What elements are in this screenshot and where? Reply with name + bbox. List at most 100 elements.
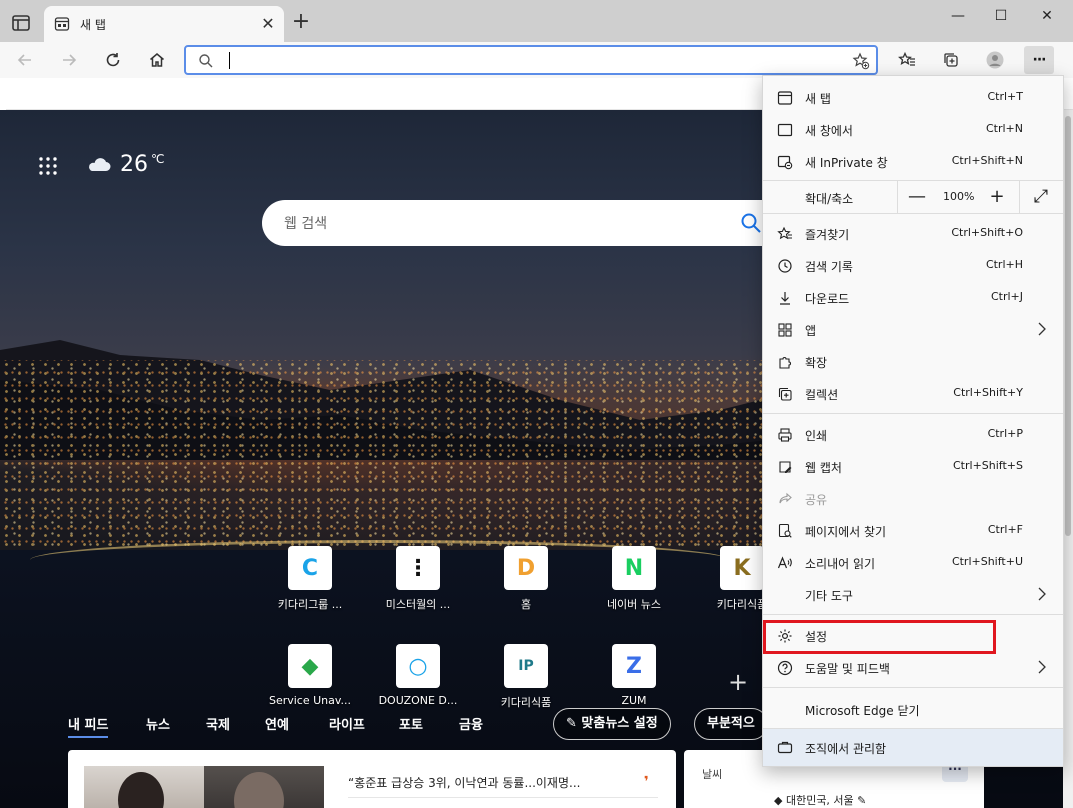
menu-item-apps[interactable]: 앱 <box>763 314 1063 346</box>
menu-item-label: 인쇄 <box>805 429 828 443</box>
quick-link[interactable]: D홈 <box>476 546 576 612</box>
help-icon <box>777 660 793 676</box>
menu-item-shortcut: Ctrl+N <box>985 122 1023 135</box>
home-button[interactable] <box>142 46 172 74</box>
zoom-out-button[interactable]: — <box>907 187 927 207</box>
quick-link-glyph: K <box>733 555 751 581</box>
feed-tab[interactable]: 라이프 <box>329 714 365 733</box>
feed-tab[interactable]: 포토 <box>399 714 423 733</box>
tab-close-icon[interactable]: ✕ <box>258 14 278 34</box>
tab-actions-icon[interactable] <box>10 12 32 34</box>
gear-icon <box>778 629 792 643</box>
feed-tab[interactable]: 내 피드 <box>68 714 109 738</box>
menu-item-shortcut: Ctrl+Shift+O <box>951 226 1023 239</box>
quick-link[interactable]: Z ZUM <box>584 644 684 707</box>
menu-item-help[interactable]: 도움말 및 피드백 <box>763 652 1063 684</box>
weather-location[interactable]: ◆ 대한민국, 서울 ✎ <box>774 792 866 808</box>
forward-button[interactable] <box>54 46 84 74</box>
quick-link-label: 키다리그룹 ... <box>277 598 343 611</box>
menu-item-close-edge[interactable]: Microsoft Edge 닫기 <box>763 694 1063 726</box>
cloud-icon[interactable] <box>86 154 112 174</box>
menu-item-new-tab[interactable]: 새 탭 Ctrl+T <box>763 82 1063 114</box>
menu-item-download[interactable]: 다운로드 Ctrl+J <box>763 282 1063 314</box>
chevron-right-icon <box>1038 660 1046 674</box>
quick-link[interactable]: ◆ Service Unav... <box>260 644 360 707</box>
menu-item-managed[interactable]: 조직에서 관리함 <box>763 729 1063 766</box>
address-bar[interactable] <box>184 45 878 75</box>
maximize-button[interactable]: ☐ <box>978 4 1024 28</box>
menu-item-history[interactable]: 검색 기록 Ctrl+H <box>763 250 1063 282</box>
feed-tab[interactable]: 뉴스 <box>146 714 170 733</box>
back-button[interactable] <box>10 46 40 74</box>
new-tab-icon <box>777 91 793 105</box>
quick-link-glyph: C <box>301 555 319 581</box>
scrollbar-thumb[interactable] <box>1065 116 1071 536</box>
feed-tab[interactable]: 국제 <box>206 714 230 733</box>
menu-item-label: 설정 <box>805 630 828 644</box>
menu-item-collections[interactable]: 컬렉션 Ctrl+Shift+Y <box>763 378 1063 410</box>
menu-item-find[interactable]: 페이지에서 찾기 Ctrl+F <box>763 515 1063 547</box>
news-card[interactable]: “홍준표 급상승 3위, 이낙연과 동률...이재명... ❜ <box>68 750 676 808</box>
briefcase-icon <box>777 741 793 754</box>
menu-item-web-capture[interactable]: 웹 캡처 Ctrl+Shift+S <box>763 451 1063 483</box>
web-search-box[interactable]: 웹 검색 <box>262 200 802 246</box>
layout-button[interactable]: 부분적으 <box>694 708 768 740</box>
menu-separator <box>763 687 1063 688</box>
tab-new-tab[interactable]: 새 탭 ✕ <box>44 6 284 42</box>
personalize-button[interactable]: ✎ 맞춤뉴스 설정 <box>553 708 671 740</box>
menu-item-label: 도움말 및 피드백 <box>805 662 890 676</box>
menu-item-more-tools[interactable]: 기타 도구 <box>763 579 1063 611</box>
quick-link-label: 미스터월의 ... <box>385 598 451 611</box>
forward-arrow-icon <box>63 54 77 66</box>
add-quick-link-button[interactable]: + <box>728 668 748 696</box>
quick-link[interactable]: ⋮ 미스터월의 ... <box>368 546 468 612</box>
download-icon <box>780 292 790 305</box>
fullscreen-button[interactable]: ⤢ <box>1031 187 1051 207</box>
quick-link-glyph: IP <box>518 658 534 674</box>
menu-item-extensions[interactable]: 확장 <box>763 346 1063 378</box>
quick-link[interactable]: IP 키다리식품 <box>476 644 576 710</box>
quick-link-label: 키다리식품 <box>500 696 552 709</box>
menu-item-settings[interactable]: 설정 <box>763 620 1063 652</box>
minimize-button[interactable]: — <box>935 4 981 28</box>
favorites-icon <box>777 226 792 240</box>
apps-launcher-icon[interactable] <box>38 156 58 176</box>
quick-link-logo-icon: ◆ <box>288 644 332 688</box>
menu-item-shortcut: Ctrl+Shift+S <box>953 459 1023 472</box>
web-search-icon[interactable] <box>740 212 762 234</box>
menu-item-read-aloud[interactable]: 소리내어 읽기 Ctrl+Shift+U <box>763 547 1063 579</box>
refresh-button[interactable] <box>98 46 128 74</box>
zoom-in-button[interactable]: + <box>987 187 1007 207</box>
find-icon <box>778 523 792 538</box>
page-scrollbar[interactable] <box>1063 110 1073 808</box>
zoom-level: 100% <box>943 190 975 203</box>
news-headline[interactable]: “홍준표 급상승 3위, 이낙연과 동률...이재명... <box>348 774 580 791</box>
menu-item-print[interactable]: 인쇄 Ctrl+P <box>763 419 1063 451</box>
news-photo-left <box>84 766 204 808</box>
menu-item-new-window[interactable]: 새 창에서 Ctrl+N <box>763 114 1063 146</box>
menu-separator <box>763 614 1063 615</box>
more-icon: ··· <box>1032 52 1047 68</box>
favorites-button[interactable] <box>892 46 922 74</box>
weather-temperature[interactable]: 26 ℃ <box>120 152 164 177</box>
print-icon <box>778 428 792 442</box>
quick-link[interactable]: N 네이버 뉴스 <box>584 546 684 612</box>
new-tab-button[interactable]: + <box>290 11 312 34</box>
menu-item-label: 다운로드 <box>805 292 850 306</box>
menu-item-share[interactable]: 공유 <box>763 483 1063 515</box>
quick-link-label: 홈 <box>520 598 532 611</box>
close-window-button[interactable]: ✕ <box>1024 4 1070 28</box>
profile-button[interactable] <box>980 46 1010 74</box>
feed-tab[interactable]: 금융 <box>459 714 483 733</box>
settings-and-more-button[interactable]: ··· <box>1024 46 1054 74</box>
menu-item-favorites[interactable]: 즐겨찾기 Ctrl+Shift+O <box>763 218 1063 250</box>
menu-item-inprivate[interactable]: 새 InPrivate 창 Ctrl+Shift+N <box>763 146 1063 178</box>
menu-item-label: 페이지에서 찾기 <box>805 525 887 539</box>
feed-tab[interactable]: 연예 <box>265 714 289 733</box>
quick-link[interactable]: ○ DOUZONE D... <box>368 644 468 707</box>
settings-and-more-menu: 새 탭 Ctrl+T 새 창에서 Ctrl+N 새 InPrivate 창 Ctrl+Sh… <box>762 75 1064 767</box>
collections-button[interactable] <box>936 46 966 74</box>
quick-link[interactable]: C 키다리그룹 ... <box>260 546 360 612</box>
add-favorite-icon[interactable] <box>852 52 870 70</box>
weather-card-title: 날씨 <box>702 768 723 781</box>
